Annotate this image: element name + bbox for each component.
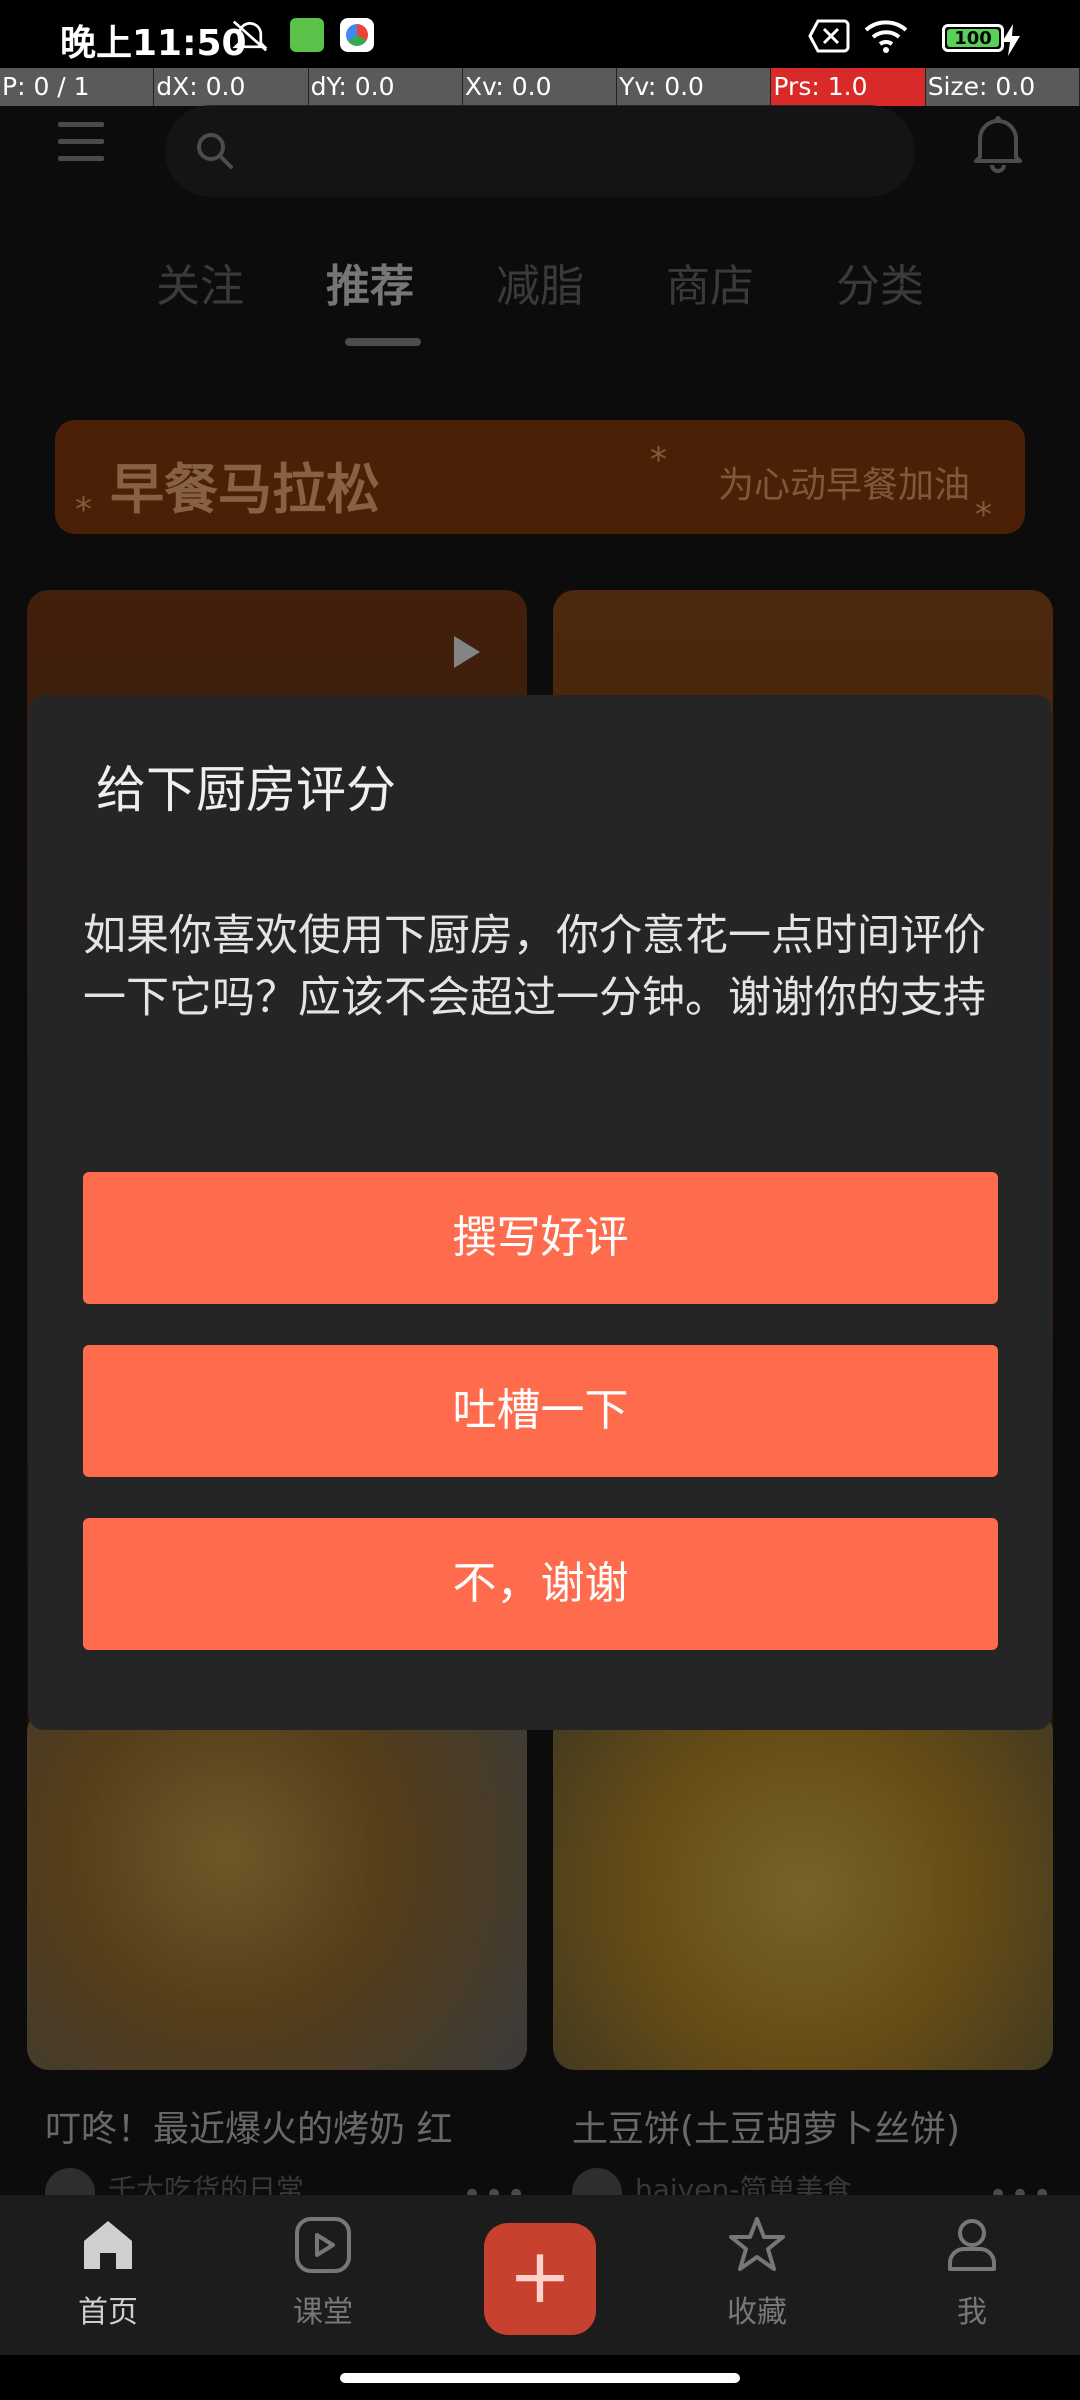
wifi-icon	[864, 20, 908, 53]
rating-dialog: 给下厨房评分 如果你喜欢使用下厨房，你介意花一点时间评价一下它吗？应该不会超过一…	[28, 695, 1052, 1730]
pointer-location-bar: P: 0 / 1 dX: 0.0 dY: 0.0 Xv: 0.0 Yv: 0.0…	[0, 68, 1080, 106]
play-square-icon	[295, 2217, 351, 2273]
nav-favorites[interactable]: 收藏	[697, 2215, 817, 2331]
home-indicator[interactable]	[340, 2373, 740, 2383]
battery-level: 100	[954, 27, 992, 49]
status-bar: 晚上11:50 100	[0, 0, 1080, 68]
write-review-button[interactable]: 撰写好评	[83, 1172, 998, 1304]
star-icon	[729, 2217, 785, 2271]
nav-me-label: 我	[957, 2295, 987, 2330]
pointer-count: P: 0 / 1	[0, 68, 155, 106]
nav-classroom-label: 课堂	[293, 2295, 353, 2330]
no-sim-icon	[808, 19, 850, 53]
pointer-yv: Yv: 0.0	[617, 68, 772, 106]
home-icon	[84, 2221, 132, 2269]
nav-home-label: 首页	[78, 2295, 138, 2330]
app-notification-icon	[290, 18, 324, 52]
app-screen: 晚上11:50 100 P: 0 / 1 dX: 0.0 dY: 0.0 Xv:…	[0, 0, 1080, 2400]
pointer-xv: Xv: 0.0	[462, 68, 618, 106]
browser-notification-icon	[340, 18, 374, 52]
plus-icon: +	[508, 2231, 572, 2320]
no-thanks-button[interactable]: 不，谢谢	[83, 1518, 998, 1650]
charging-icon	[1002, 24, 1020, 56]
nav-favorites-label: 收藏	[727, 2295, 787, 2330]
nav-home[interactable]: 首页	[48, 2215, 168, 2331]
nav-me[interactable]: 我	[912, 2215, 1032, 2331]
pointer-pressure: Prs: 1.0	[771, 68, 926, 106]
person-icon	[948, 2219, 996, 2271]
dialog-title: 给下厨房评分	[96, 761, 396, 819]
pointer-dy: dY: 0.0	[308, 68, 463, 106]
battery-indicator: 100	[942, 24, 1004, 52]
status-time: 晚上11:50	[60, 23, 247, 64]
dialog-message: 如果你喜欢使用下厨房，你介意花一点时间评价一下它吗？应该不会超过一分钟。谢谢你的…	[83, 911, 986, 1023]
give-feedback-button[interactable]: 吐槽一下	[83, 1345, 998, 1477]
mute-vibrate-icon	[232, 20, 268, 52]
bottom-navigation: 首页 课堂 + 收藏 我	[0, 2195, 1080, 2355]
pointer-size: Size: 0.0	[925, 68, 1080, 106]
pointer-dx: dX: 0.0	[154, 68, 309, 106]
create-recipe-button[interactable]: +	[484, 2223, 596, 2335]
nav-classroom[interactable]: 课堂	[263, 2215, 383, 2331]
